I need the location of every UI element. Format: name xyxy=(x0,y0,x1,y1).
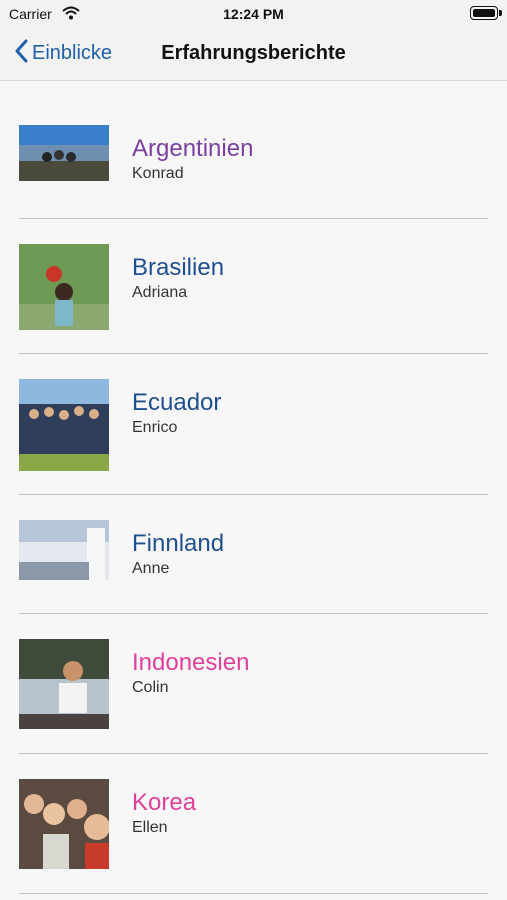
country-name: Finnland xyxy=(132,530,225,557)
status-bar: Carrier 12:24 PM xyxy=(0,0,507,28)
thumbnail-photo xyxy=(19,125,109,181)
battery-icon xyxy=(470,6,502,20)
thumbnail-photo xyxy=(19,639,109,729)
country-name: Argentinien xyxy=(132,135,254,162)
thumbnail-photo xyxy=(19,779,109,869)
clock: 12:24 PM xyxy=(223,6,284,22)
thumbnail-photo xyxy=(19,520,109,580)
navigation-bar: Einblicke Erfahrungsberichte xyxy=(0,28,507,81)
divider xyxy=(19,494,488,495)
divider xyxy=(19,353,488,354)
person-name: Ellen xyxy=(132,819,168,836)
person-name: Adriana xyxy=(132,284,188,301)
thumbnail-photo xyxy=(19,244,109,330)
page-title: Erfahrungsberichte xyxy=(161,42,346,64)
person-name: Anne xyxy=(132,560,170,577)
country-name: Brasilien xyxy=(132,254,225,281)
divider xyxy=(19,893,488,894)
person-name: Konrad xyxy=(132,165,184,182)
country-name: Korea xyxy=(132,789,197,816)
country-name: Indonesien xyxy=(132,649,250,676)
country-name: Ecuador xyxy=(132,389,222,416)
person-name: Colin xyxy=(132,679,169,696)
divider xyxy=(19,753,488,754)
thumbnail-photo xyxy=(19,379,109,471)
person-name: Enrico xyxy=(132,419,178,436)
divider xyxy=(19,218,488,219)
divider xyxy=(19,613,488,614)
